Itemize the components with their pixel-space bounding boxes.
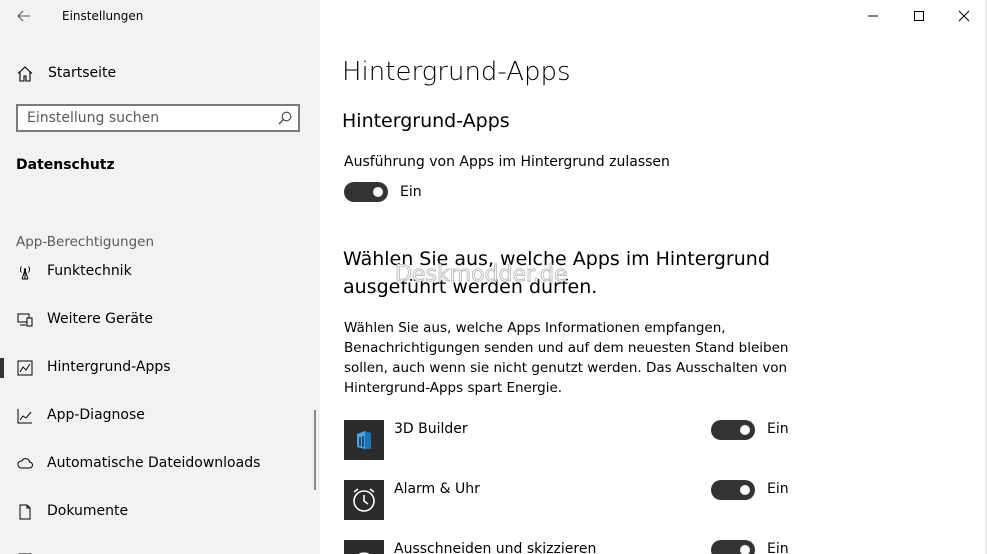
app-toggle-state: Ein bbox=[767, 541, 789, 554]
sidebar-item-app-diagnose[interactable]: App-Diagnose bbox=[0, 396, 320, 436]
close-button[interactable] bbox=[941, 0, 987, 32]
sidebar-item-label: Dokumente bbox=[47, 503, 129, 519]
app-row: 3D Builder Ein bbox=[344, 420, 804, 460]
search-input[interactable] bbox=[18, 106, 275, 130]
sidebar-item-dateidownloads[interactable]: Automatische Dateidownloads bbox=[0, 444, 320, 484]
snip-sketch-icon bbox=[358, 552, 370, 554]
sidebar-item-label: Weitere Geräte bbox=[47, 311, 154, 327]
search-icon[interactable] bbox=[278, 111, 292, 125]
app-row: Alarm & Uhr Ein bbox=[344, 480, 804, 520]
toggle-knob bbox=[373, 187, 383, 197]
cloud-icon bbox=[17, 458, 33, 469]
app-toggle-state: Ein bbox=[767, 481, 789, 497]
search-box[interactable] bbox=[16, 104, 300, 132]
sidebar: Einstellungen Startseite Datenschutz App… bbox=[0, 0, 320, 554]
sidebar-scrollbar[interactable] bbox=[314, 410, 316, 490]
sidebar-item-label: Funktechnik bbox=[47, 263, 132, 279]
document-icon bbox=[19, 504, 31, 520]
sidebar-item-home[interactable]: Startseite bbox=[0, 58, 320, 88]
maximize-button[interactable] bbox=[896, 0, 942, 32]
master-toggle-state: Ein bbox=[400, 184, 422, 200]
close-icon bbox=[958, 10, 970, 22]
app-name: Alarm & Uhr bbox=[394, 481, 480, 497]
watermark: Deskmodder.de bbox=[395, 262, 569, 288]
app-row: Ausschneiden und skizzieren Ein bbox=[344, 540, 804, 554]
maximize-icon bbox=[914, 11, 924, 21]
sidebar-item-label: Automatische Dateidownloads bbox=[47, 455, 261, 471]
back-button[interactable] bbox=[12, 6, 36, 26]
page-title: Hintergrund-Apps bbox=[342, 57, 571, 87]
arrow-left-icon bbox=[17, 10, 30, 22]
sidebar-item-label: Startseite bbox=[48, 65, 117, 81]
sidebar-item-dokumente[interactable]: Dokumente bbox=[0, 492, 320, 532]
radio-tower-icon bbox=[20, 266, 30, 280]
selection-indicator bbox=[0, 358, 4, 378]
app-tile bbox=[344, 420, 384, 460]
app-name: Ausschneiden und skizzieren bbox=[394, 541, 597, 554]
sidebar-item-hintergrund-apps[interactable]: Hintergrund-Apps bbox=[0, 348, 320, 388]
sidebar-item-more[interactable] bbox=[0, 540, 320, 554]
sidebar-item-label: Hintergrund-Apps bbox=[47, 359, 171, 375]
app-toggle-switch[interactable] bbox=[711, 540, 755, 554]
app-tile bbox=[344, 540, 384, 554]
alarm-clock-icon bbox=[353, 488, 375, 512]
toggle-knob bbox=[740, 485, 750, 495]
toggle-knob bbox=[740, 425, 750, 435]
description-text: Wählen Sie aus, welche Apps Informatione… bbox=[344, 320, 789, 396]
minimize-button[interactable] bbox=[850, 0, 896, 32]
background-apps-icon bbox=[17, 360, 33, 376]
app-title: Einstellungen bbox=[62, 9, 144, 23]
group-header: App-Berechtigungen bbox=[16, 234, 155, 250]
title-bar: Einstellungen bbox=[0, 0, 320, 32]
app-toggle-switch[interactable] bbox=[711, 420, 755, 440]
sub-title: Hintergrund-Apps bbox=[342, 110, 510, 132]
app-tile bbox=[344, 480, 384, 520]
minimize-icon bbox=[868, 15, 878, 17]
diagnostics-icon bbox=[17, 409, 32, 424]
sidebar-item-funktechnik[interactable]: Funktechnik bbox=[0, 252, 320, 292]
app-toggle-switch[interactable] bbox=[711, 480, 755, 500]
toggle-knob bbox=[740, 545, 750, 554]
master-toggle-switch[interactable] bbox=[344, 182, 388, 202]
sidebar-item-weitere-geraete[interactable]: Weitere Geräte bbox=[0, 300, 320, 340]
sidebar-item-label: App-Diagnose bbox=[47, 407, 145, 423]
home-icon bbox=[17, 66, 33, 82]
3d-builder-icon bbox=[357, 431, 371, 449]
master-toggle-caption: Ausführung von Apps im Hintergrund zulas… bbox=[344, 154, 670, 170]
app-toggle-state: Ein bbox=[767, 421, 789, 437]
devices-icon bbox=[17, 313, 33, 327]
app-name: 3D Builder bbox=[394, 421, 468, 437]
section-title: Datenschutz bbox=[16, 157, 115, 173]
